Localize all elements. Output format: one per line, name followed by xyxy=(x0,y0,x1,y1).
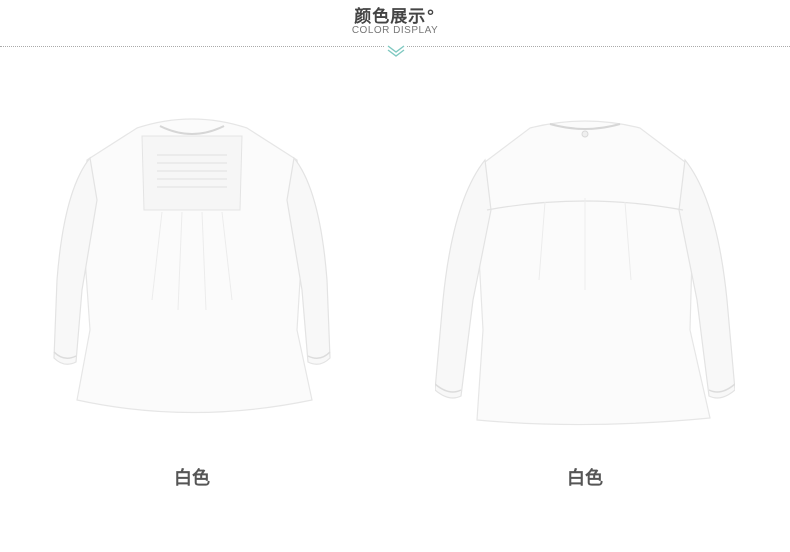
section-title: 颜色展示° xyxy=(354,7,436,27)
product-image-back[interactable] xyxy=(435,100,735,440)
section-subtitle: COLOR DISPLAY xyxy=(351,25,439,36)
double-chevron-down-icon xyxy=(385,43,407,57)
product-image-front[interactable] xyxy=(42,100,342,440)
section-header: 颜色展示° COLOR DISPLAY xyxy=(0,0,790,62)
color-label-front: 白色 xyxy=(174,468,210,489)
color-label-back: 白色 xyxy=(567,468,603,489)
